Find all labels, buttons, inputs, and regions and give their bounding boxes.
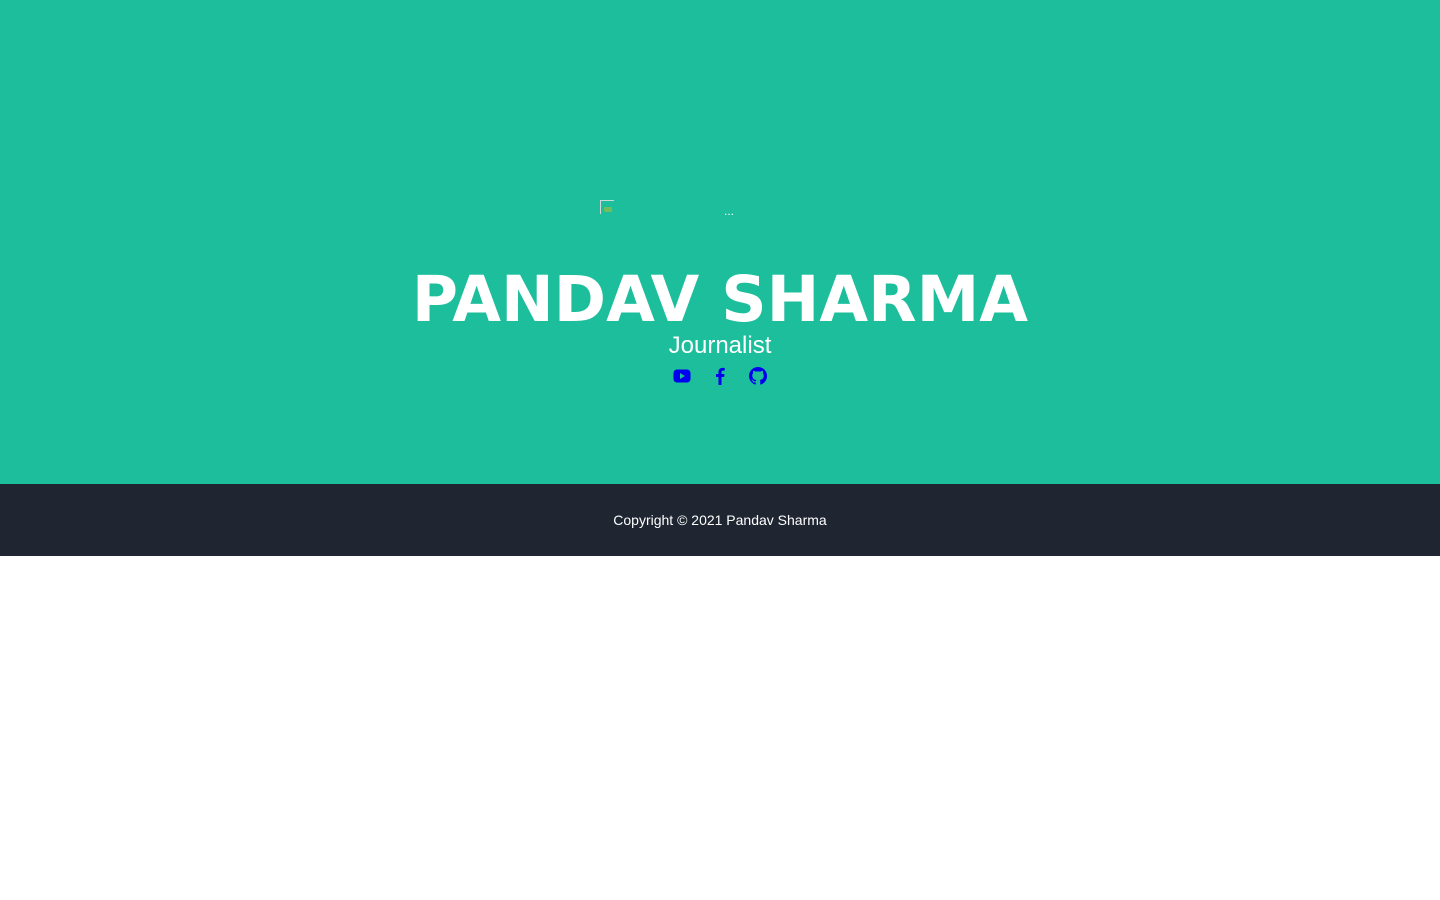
footer: Copyright © 2021 Pandav Sharma [0, 484, 1440, 556]
page-title: PANDAV SHARMA [411, 263, 1029, 336]
broken-image-icon [600, 200, 614, 214]
masthead: ... PANDAV SHARMA Journalist [0, 0, 1440, 484]
social-links [0, 366, 1440, 386]
youtube-link[interactable] [673, 367, 691, 385]
github-icon [749, 367, 767, 385]
github-link[interactable] [749, 367, 767, 385]
avatar: ... [600, 200, 856, 230]
page-subtitle: Journalist [668, 332, 772, 359]
avatar-alt-text: ... [724, 204, 735, 218]
facebook-link[interactable] [711, 367, 729, 385]
youtube-icon [673, 369, 691, 383]
copyright-text: Copyright © 2021 Pandav Sharma [613, 512, 827, 528]
facebook-icon [716, 367, 725, 385]
